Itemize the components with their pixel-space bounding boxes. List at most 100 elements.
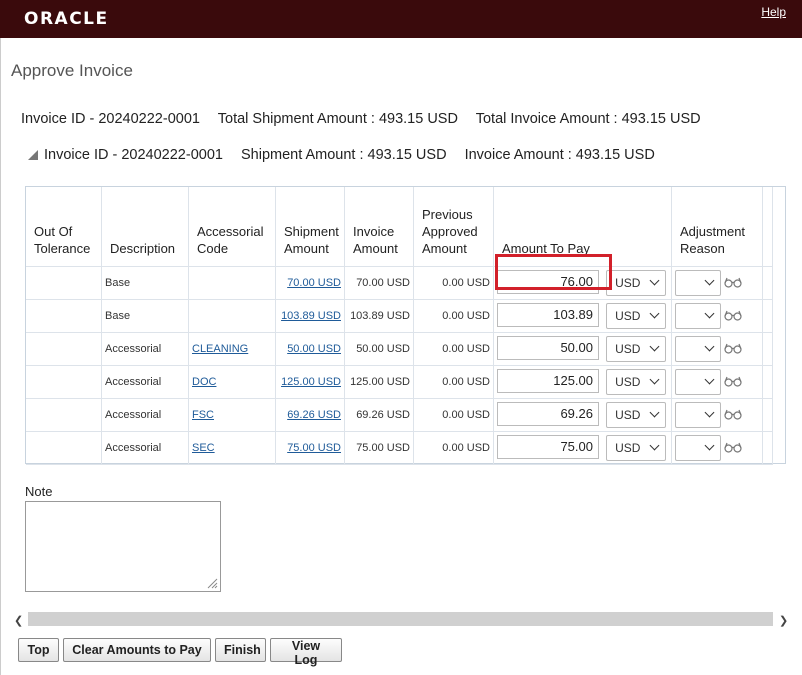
table-row: Accessorial DOC 125.00 USD 125.00 USD 0.… — [26, 365, 773, 399]
finish-button[interactable]: Finish — [215, 638, 266, 662]
help-link[interactable]: Help — [761, 5, 786, 19]
resize-grip-icon[interactable] — [206, 577, 218, 589]
accessorial-code-cell: CLEANING — [188, 332, 276, 366]
col-shipment-amount: Shipment Amount — [275, 187, 345, 267]
accessorial-code-link[interactable]: SEC — [192, 442, 215, 454]
out-of-tolerance-cell — [26, 398, 102, 432]
currency-select[interactable]: USD — [606, 303, 667, 330]
currency-select[interactable]: USD — [606, 402, 667, 429]
amount-to-pay-cell: USD — [493, 266, 672, 300]
adjustment-reason-select[interactable] — [675, 435, 721, 461]
currency-select[interactable]: USD — [606, 435, 667, 462]
glasses-icon[interactable] — [724, 276, 742, 291]
chevron-down-icon — [649, 341, 660, 352]
table-header-row: Out Of Tolerance Description Accessorial… — [26, 187, 773, 267]
shipment-amount-cell: 103.89 USD — [275, 299, 345, 333]
amount-to-pay-cell: USD — [493, 299, 672, 333]
previous-approved-cell: 0.00 USD — [413, 365, 494, 399]
summary-total-shipment: Total Shipment Amount : 493.15 USD — [217, 111, 458, 127]
currency-value: USD — [615, 408, 641, 423]
amount-to-pay-input[interactable] — [497, 302, 599, 327]
invoice-summary: Invoice ID - 20240222-0001 Total Shipmen… — [21, 111, 715, 127]
currency-select[interactable]: USD — [606, 336, 667, 363]
out-of-tolerance-cell — [26, 431, 102, 465]
adjustment-reason-select[interactable] — [675, 270, 721, 296]
amount-to-pay-input[interactable] — [497, 401, 599, 426]
out-of-tolerance-cell — [26, 365, 102, 399]
shipment-amount-cell: 70.00 USD — [275, 266, 345, 300]
glasses-icon[interactable] — [724, 375, 742, 390]
glasses-icon[interactable] — [724, 342, 742, 357]
chevron-down-icon — [649, 407, 660, 418]
shipment-amount-link[interactable]: 69.26 USD — [287, 409, 341, 421]
currency-select[interactable]: USD — [606, 270, 667, 297]
accessorial-code-cell — [188, 299, 276, 333]
currency-value: USD — [615, 441, 641, 456]
view-log-button[interactable]: View Log — [270, 638, 342, 667]
currency-select[interactable]: USD — [606, 369, 667, 396]
accessorial-code-cell — [188, 266, 276, 300]
chevron-down-icon — [704, 341, 715, 352]
adjustment-reason-select[interactable] — [675, 303, 721, 329]
accessorial-code-link[interactable]: DOC — [192, 376, 216, 388]
invoice-amount-cell: 50.00 USD — [344, 332, 414, 366]
adjustment-reason-cell — [671, 398, 763, 432]
amount-to-pay-input[interactable] — [497, 434, 599, 459]
previous-approved-cell: 0.00 USD — [413, 332, 494, 366]
amount-to-pay-input[interactable] — [497, 368, 599, 393]
out-of-tolerance-cell — [26, 332, 102, 366]
shipment-amount-cell: 69.26 USD — [275, 398, 345, 432]
note-textarea[interactable] — [25, 501, 221, 592]
extra-cell — [762, 431, 773, 465]
clear-amounts-button[interactable]: Clear Amounts to Pay — [63, 638, 211, 662]
currency-value: USD — [615, 342, 641, 357]
col-invoice-amount: Invoice Amount — [344, 187, 414, 267]
glasses-icon[interactable] — [724, 408, 742, 423]
scroll-left-icon[interactable]: ❮ — [14, 614, 23, 627]
shipment-amount-link[interactable]: 103.89 USD — [281, 310, 341, 322]
page-title: Approve Invoice — [11, 61, 133, 80]
shipment-amount-link[interactable]: 70.00 USD — [287, 277, 341, 289]
scrollbar-thumb[interactable] — [28, 612, 773, 626]
glasses-icon[interactable] — [724, 441, 742, 456]
amount-to-pay-cell: USD — [493, 332, 672, 366]
scroll-right-icon[interactable]: ❯ — [779, 614, 788, 627]
description-cell: Accessorial — [101, 332, 189, 366]
chevron-down-icon — [649, 374, 660, 385]
adjustment-reason-cell — [671, 266, 763, 300]
col-out-of-tolerance: Out Of Tolerance — [26, 187, 102, 267]
invoice-lines-table: Out Of Tolerance Description Accessorial… — [25, 186, 786, 465]
horizontal-scrollbar[interactable]: ❮ ❯ — [10, 611, 792, 627]
header-bar: ORACLE Help — [0, 0, 802, 38]
previous-approved-cell: 0.00 USD — [413, 266, 494, 300]
shipment-amount-cell: 125.00 USD — [275, 365, 345, 399]
currency-value: USD — [615, 276, 641, 291]
table-row: Base 70.00 USD 70.00 USD 0.00 USD USD — [26, 266, 773, 300]
amount-to-pay-cell: USD — [493, 431, 672, 465]
amount-to-pay-input[interactable] — [497, 335, 599, 360]
currency-value: USD — [615, 309, 641, 324]
adjustment-reason-select[interactable] — [675, 402, 721, 428]
adjustment-reason-select[interactable] — [675, 336, 721, 362]
chevron-down-icon — [704, 374, 715, 385]
shipment-amount-link[interactable]: 125.00 USD — [281, 376, 341, 388]
table-row: Accessorial CLEANING 50.00 USD 50.00 USD… — [26, 332, 773, 366]
description-cell: Accessorial — [101, 431, 189, 465]
accessorial-code-link[interactable]: CLEANING — [192, 343, 248, 355]
invoice-group-header[interactable]: Invoice ID - 20240222-0001 Shipment Amou… — [28, 147, 669, 163]
glasses-icon[interactable] — [724, 309, 742, 324]
extra-cell — [762, 365, 773, 399]
shipment-amount-link[interactable]: 50.00 USD — [287, 343, 341, 355]
adjustment-reason-cell — [671, 299, 763, 333]
amount-to-pay-input[interactable] — [497, 269, 599, 294]
top-button[interactable]: Top — [18, 638, 59, 662]
invoice-amount-cell: 70.00 USD — [344, 266, 414, 300]
shipment-amount-link[interactable]: 75.00 USD — [287, 442, 341, 454]
collapse-triangle-icon[interactable] — [28, 150, 38, 160]
accessorial-code-link[interactable]: FSC — [192, 409, 214, 421]
col-previous-approved: Previous Approved Amount — [413, 187, 494, 267]
adjustment-reason-select[interactable] — [675, 369, 721, 395]
adjustment-reason-cell — [671, 431, 763, 465]
extra-cell — [762, 299, 773, 333]
chevron-down-icon — [704, 308, 715, 319]
